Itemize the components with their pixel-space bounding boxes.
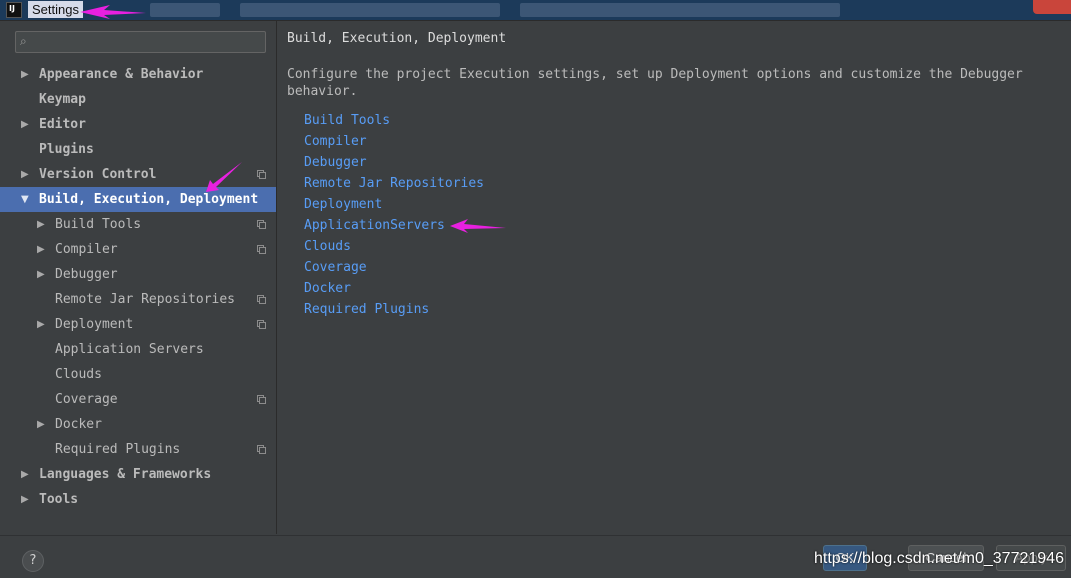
expand-arrow-icon[interactable]: ▶: [21, 487, 29, 512]
tree-item-deployment[interactable]: ▶ Deployment: [0, 312, 276, 337]
tree-item-label: Build, Execution, Deployment: [39, 192, 259, 207]
link-clouds[interactable]: Clouds: [304, 236, 484, 257]
expand-arrow-icon[interactable]: ▶: [21, 62, 29, 87]
copy-icon: [257, 245, 266, 254]
expand-arrow-icon[interactable]: ▶: [37, 312, 45, 337]
tree-item-editor[interactable]: ▶ Editor: [0, 112, 276, 137]
settings-content-panel: Build, Execution, Deployment Configure t…: [277, 21, 1071, 534]
link-compiler[interactable]: Compiler: [304, 131, 484, 152]
link-docker[interactable]: Docker: [304, 278, 484, 299]
dialog-footer: ? OK Cancel Apply https://blog.csdn.net/…: [0, 535, 1071, 578]
copy-icon: [257, 320, 266, 329]
tree-item-appearance-and-behavior[interactable]: ▶ Appearance & Behavior: [0, 62, 276, 87]
tree-item-label: Coverage: [55, 392, 118, 407]
link-remote-jar-repositories[interactable]: Remote Jar Repositories: [304, 173, 484, 194]
settings-search-box[interactable]: ⌕: [15, 31, 266, 53]
tree-item-label: Keymap: [39, 92, 86, 107]
expand-arrow-icon[interactable]: ▶: [37, 262, 45, 287]
tree-item-clouds[interactable]: Clouds: [0, 362, 276, 387]
copy-icon: [257, 295, 266, 304]
tree-item-remote-jar-repositories[interactable]: Remote Jar Repositories: [0, 287, 276, 312]
tree-item-label: Editor: [39, 117, 86, 132]
settings-search-input[interactable]: [38, 34, 262, 52]
tree-item-version-control[interactable]: ▶ Version Control: [0, 162, 276, 187]
background-toolbar-ghost: [150, 3, 220, 17]
copy-icon: [257, 170, 266, 179]
expand-arrow-icon[interactable]: ▶: [21, 112, 29, 137]
settings-tree: ▶ Appearance & Behavior Keymap ▶ Editor Plugi…: [0, 62, 276, 512]
expand-arrow-icon[interactable]: ▶: [21, 162, 29, 187]
tree-item-label: Remote Jar Repositories: [55, 292, 236, 307]
copy-icon: [257, 445, 266, 454]
tree-item-plugins[interactable]: Plugins: [0, 137, 276, 162]
tree-item-docker[interactable]: ▶ Docker: [0, 412, 276, 437]
tree-item-label: Application Servers: [55, 342, 204, 357]
tree-item-label: Required Plugins: [55, 442, 181, 457]
tree-item-label: Appearance & Behavior: [39, 67, 204, 82]
tree-item-build-tools[interactable]: ▶ Build Tools: [0, 212, 276, 237]
tree-item-label: Docker: [55, 417, 102, 432]
link-coverage[interactable]: Coverage: [304, 257, 484, 278]
collapse-arrow-icon[interactable]: ▼: [21, 187, 29, 212]
link-required-plugins[interactable]: Required Plugins: [304, 299, 484, 320]
tree-item-label: Tools: [39, 492, 79, 507]
copy-icon: [257, 220, 266, 229]
tree-item-label: Build Tools: [55, 217, 142, 232]
link-debugger[interactable]: Debugger: [304, 152, 484, 173]
watermark-text: https://blog.csdn.net/m0_37721946: [814, 550, 1064, 567]
settings-sidebar: ⌕ ▶ Appearance & Behavior Keymap ▶ Editor Plu…: [0, 21, 277, 534]
window-title: Settings: [28, 1, 83, 18]
background-tab-ghost: [240, 3, 500, 17]
link-deployment[interactable]: Deployment: [304, 194, 484, 215]
tree-item-application-servers[interactable]: Application Servers: [0, 337, 276, 362]
tree-item-keymap[interactable]: Keymap: [0, 87, 276, 112]
tree-item-label: Languages & Frameworks: [39, 467, 212, 482]
tree-item-build-execution-deployment[interactable]: ▼ Build, Execution, Deployment: [0, 187, 276, 212]
tree-item-label: Debugger: [55, 267, 118, 282]
link-applicationservers[interactable]: ApplicationServers: [304, 215, 484, 236]
expand-arrow-icon[interactable]: ▶: [37, 237, 45, 262]
tree-item-label: Clouds: [55, 367, 102, 382]
search-icon: ⌕: [20, 34, 27, 48]
page-title: Build, Execution, Deployment: [287, 31, 507, 46]
tree-item-label: Version Control: [39, 167, 157, 182]
tree-item-coverage[interactable]: Coverage: [0, 387, 276, 412]
help-icon[interactable]: ?: [22, 550, 44, 572]
tree-item-languages-and-frameworks[interactable]: ▶ Languages & Frameworks: [0, 462, 276, 487]
page-description: Configure the project Execution settings…: [287, 67, 1023, 99]
subpage-links: Build Tools Compiler Debugger Remote Jar Re…: [304, 110, 484, 320]
copy-icon: [257, 395, 266, 404]
title-bar: IJ Settings: [0, 0, 1071, 21]
window-close-button[interactable]: [1033, 0, 1071, 14]
expand-arrow-icon[interactable]: ▶: [21, 462, 29, 487]
tree-item-compiler[interactable]: ▶ Compiler: [0, 237, 276, 262]
expand-arrow-icon[interactable]: ▶: [37, 212, 45, 237]
background-tab-ghost: [520, 3, 840, 17]
tree-item-label: Deployment: [55, 317, 134, 332]
intellij-app-icon: IJ: [6, 2, 22, 18]
tree-item-required-plugins[interactable]: Required Plugins: [0, 437, 276, 462]
tree-item-debugger[interactable]: ▶ Debugger: [0, 262, 276, 287]
expand-arrow-icon[interactable]: ▶: [37, 412, 45, 437]
tree-item-label: Plugins: [39, 142, 94, 157]
tree-item-tools[interactable]: ▶ Tools: [0, 487, 276, 512]
link-build-tools[interactable]: Build Tools: [304, 110, 484, 131]
tree-item-label: Compiler: [55, 242, 118, 257]
